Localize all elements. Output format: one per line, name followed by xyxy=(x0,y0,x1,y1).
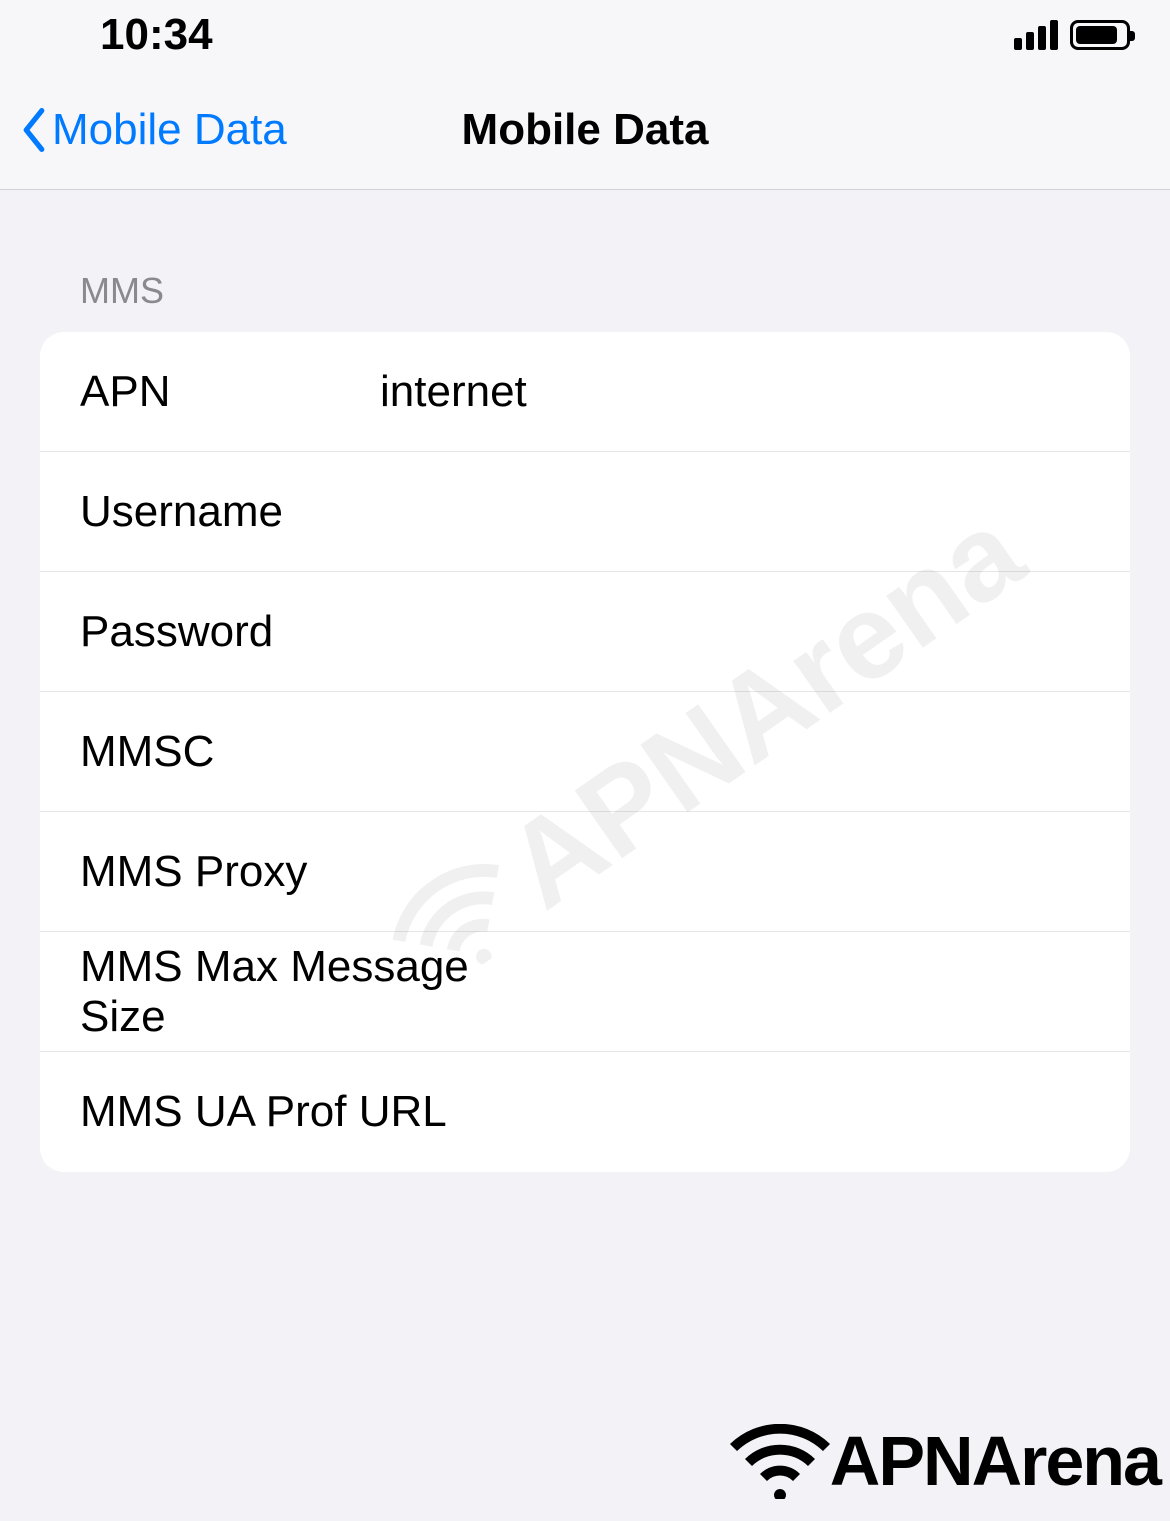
wifi-icon xyxy=(730,1424,830,1499)
row-username[interactable]: Username xyxy=(40,452,1130,572)
mms-max-size-input[interactable] xyxy=(515,967,1090,1017)
row-apn[interactable]: APN xyxy=(40,332,1130,452)
row-label: MMS Proxy xyxy=(80,847,380,897)
row-label: MMSC xyxy=(80,727,380,777)
row-mms-proxy[interactable]: MMS Proxy xyxy=(40,812,1130,932)
status-bar: 10:34 xyxy=(0,0,1170,70)
row-password[interactable]: Password xyxy=(40,572,1130,692)
row-mmsc[interactable]: MMSC xyxy=(40,692,1130,812)
status-time: 10:34 xyxy=(100,10,213,60)
row-label: MMS UA Prof URL xyxy=(80,1087,515,1137)
footer-text: APNArena xyxy=(830,1421,1160,1501)
mms-proxy-input[interactable] xyxy=(380,847,1090,897)
footer-logo: APNArena xyxy=(730,1421,1160,1501)
mmsc-input[interactable] xyxy=(380,727,1090,777)
navigation-bar: Mobile Data Mobile Data xyxy=(0,70,1170,190)
back-label: Mobile Data xyxy=(52,105,287,155)
row-label: Password xyxy=(80,607,380,657)
chevron-left-icon xyxy=(20,108,48,152)
settings-group-mms: APN Username Password MMSC MMS Proxy MMS… xyxy=(40,332,1130,1172)
password-input[interactable] xyxy=(380,607,1090,657)
battery-icon xyxy=(1070,20,1130,50)
row-mms-max-message-size[interactable]: MMS Max Message Size xyxy=(40,932,1130,1052)
page-title: Mobile Data xyxy=(462,105,709,155)
mms-ua-prof-input[interactable] xyxy=(515,1087,1090,1137)
row-label: Username xyxy=(80,487,380,537)
row-label: MMS Max Message Size xyxy=(80,942,515,1042)
apn-input[interactable] xyxy=(380,367,1090,417)
cellular-signal-icon xyxy=(1014,20,1058,50)
section-header-mms: MMS xyxy=(40,270,1130,332)
status-indicators xyxy=(1014,20,1130,50)
content: MMS APN Username Password MMSC MMS Proxy… xyxy=(0,190,1170,1172)
row-label: APN xyxy=(80,367,380,417)
username-input[interactable] xyxy=(380,487,1090,537)
back-button[interactable]: Mobile Data xyxy=(0,105,287,155)
row-mms-ua-prof-url[interactable]: MMS UA Prof URL xyxy=(40,1052,1130,1172)
